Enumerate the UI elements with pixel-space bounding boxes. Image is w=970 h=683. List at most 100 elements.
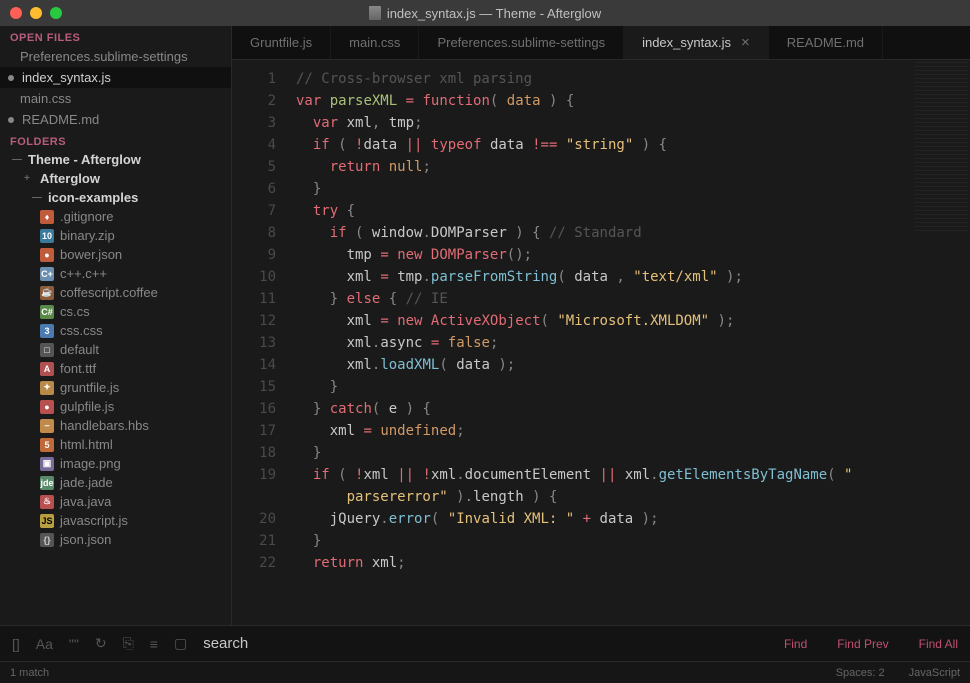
line-number: 19 [232,464,276,486]
tab[interactable]: main.css [331,26,419,59]
file-item[interactable]: 5html.html [0,435,231,454]
file-item[interactable]: Afont.ttf [0,359,231,378]
line-number: 4 [232,134,276,156]
whole-word-icon[interactable]: "" [69,636,79,652]
regex-icon[interactable]: [] [12,636,20,652]
folder-icon-examples[interactable]: — icon-examples [0,188,231,207]
file-item[interactable]: ☕ coffescript.coffee [0,283,231,302]
filetype-icon: ▣ [40,457,54,471]
file-item[interactable]: ▣ image.png [0,454,231,473]
filetype-icon: ⎯ [40,419,54,433]
code-line: xml = undefined; [296,420,970,442]
file-item[interactable]: {}json.json [0,530,231,549]
file-item[interactable]: □default [0,340,231,359]
code-line: if ( !data || typeof data !== "string" )… [296,134,970,156]
line-number: 18 [232,442,276,464]
line-number: 20 [232,508,276,530]
in-selection-icon[interactable]: ⎘ [123,635,134,652]
file-label: bower.json [60,247,122,262]
file-item[interactable]: ● bower.json [0,245,231,264]
file-item[interactable]: ✦gruntfile.js [0,378,231,397]
file-item[interactable]: ♨java.java [0,492,231,511]
preserve-case-icon[interactable]: ▢ [174,635,187,652]
code-line: var xml, tmp; [296,112,970,134]
filetype-icon: 10 [40,229,54,243]
folder-afterglow[interactable]: + Afterglow [0,169,231,188]
code-line: jQuery.error( "Invalid XML: " + data ); [296,508,970,530]
open-file-item[interactable]: Preferences.sublime-settings [0,46,231,67]
file-label: coffescript.coffee [60,285,158,300]
file-icon [369,6,381,20]
line-number: 22 [232,552,276,574]
file-label: jade.jade [60,475,113,490]
line-number: 1 [232,68,276,90]
line-number: 7 [232,200,276,222]
file-item[interactable]: ●gulpfile.js [0,397,231,416]
tab-label: Gruntfile.js [250,35,312,50]
tab[interactable]: Preferences.sublime-settings [419,26,624,59]
tab-bar: Gruntfile.js main.cssPreferences.sublime-… [232,26,970,60]
line-number: 12 [232,310,276,332]
find-button[interactable]: Find [784,637,807,651]
file-item[interactable]: C#cs.cs [0,302,231,321]
code-line: if ( window.DOMParser ) { // Standard [296,222,970,244]
disclosure-triangle-icon: — [12,154,22,165]
code-line: var parseXML = function( data ) { [296,90,970,112]
status-indent[interactable]: Spaces: 2 [836,667,885,679]
file-item[interactable]: ⎯ handlebars.hbs [0,416,231,435]
filetype-icon: ☕ [40,286,54,300]
search-input[interactable] [203,635,754,652]
status-bar: 1 match Spaces: 2 JavaScript [0,661,970,683]
case-sensitive-icon[interactable]: Aa [36,636,53,652]
file-item[interactable]: C+ c++.c++ [0,264,231,283]
line-number: 9 [232,244,276,266]
filetype-icon: C+ [40,267,54,281]
open-file-item[interactable]: README.md [0,109,231,130]
minimap[interactable] [914,62,968,232]
highlight-icon[interactable]: ≡ [150,636,158,652]
line-number: 15 [232,376,276,398]
file-item[interactable]: ♦.gitignore [0,207,231,226]
status-syntax[interactable]: JavaScript [909,667,960,679]
file-label: font.ttf [60,361,96,376]
find-all-button[interactable]: Find All [919,637,958,651]
editor: Gruntfile.js main.cssPreferences.sublime-… [232,26,970,625]
filetype-icon: ● [40,248,54,262]
line-number: 16 [232,398,276,420]
code-line: } [296,376,970,398]
file-item[interactable]: 10binary.zip [0,226,231,245]
line-number: 3 [232,112,276,134]
file-label: image.png [60,456,121,471]
open-file-item[interactable]: index_syntax.js [0,67,231,88]
code-line: } [296,178,970,200]
open-file-item[interactable]: main.css [0,88,231,109]
code-line: try { [296,200,970,222]
line-number: 14 [232,354,276,376]
code-line: xml = new ActiveXObject( "Microsoft.XMLD… [296,310,970,332]
disclosure-triangle-icon: — [32,192,42,203]
file-label: gruntfile.js [60,380,119,395]
folder-root[interactable]: — Theme - Afterglow [0,150,231,169]
file-label: handlebars.hbs [60,418,149,433]
file-label: json.json [60,532,111,547]
file-item[interactable]: 3css.css [0,321,231,340]
file-item[interactable]: JSjavascript.js [0,511,231,530]
code-area[interactable]: // Cross-browser xml parsingvar parseXML… [290,60,970,625]
status-match-count: 1 match [10,667,49,679]
code-line: xml.loadXML( data ); [296,354,970,376]
file-item[interactable]: jdejade.jade [0,473,231,492]
close-icon[interactable]: × [741,34,750,51]
find-prev-button[interactable]: Find Prev [837,637,888,651]
search-bar: [] Aa "" ↻ ⎘ ≡ ▢ Find Find Prev Find All [0,625,970,661]
wrap-icon[interactable]: ↻ [95,635,107,652]
tab[interactable]: README.md [769,26,883,59]
open-files-heading: OPEN FILES [0,26,231,46]
file-label: cs.cs [60,304,90,319]
line-gutter[interactable]: 12345678910111213141516171819 202122 [232,60,290,625]
tab[interactable]: Gruntfile.js [232,26,331,59]
code-line: // Cross-browser xml parsing [296,68,970,90]
file-label: c++.c++ [60,266,107,281]
filetype-icon: ● [40,400,54,414]
tab[interactable]: index_syntax.js× [624,26,769,59]
line-number: 17 [232,420,276,442]
